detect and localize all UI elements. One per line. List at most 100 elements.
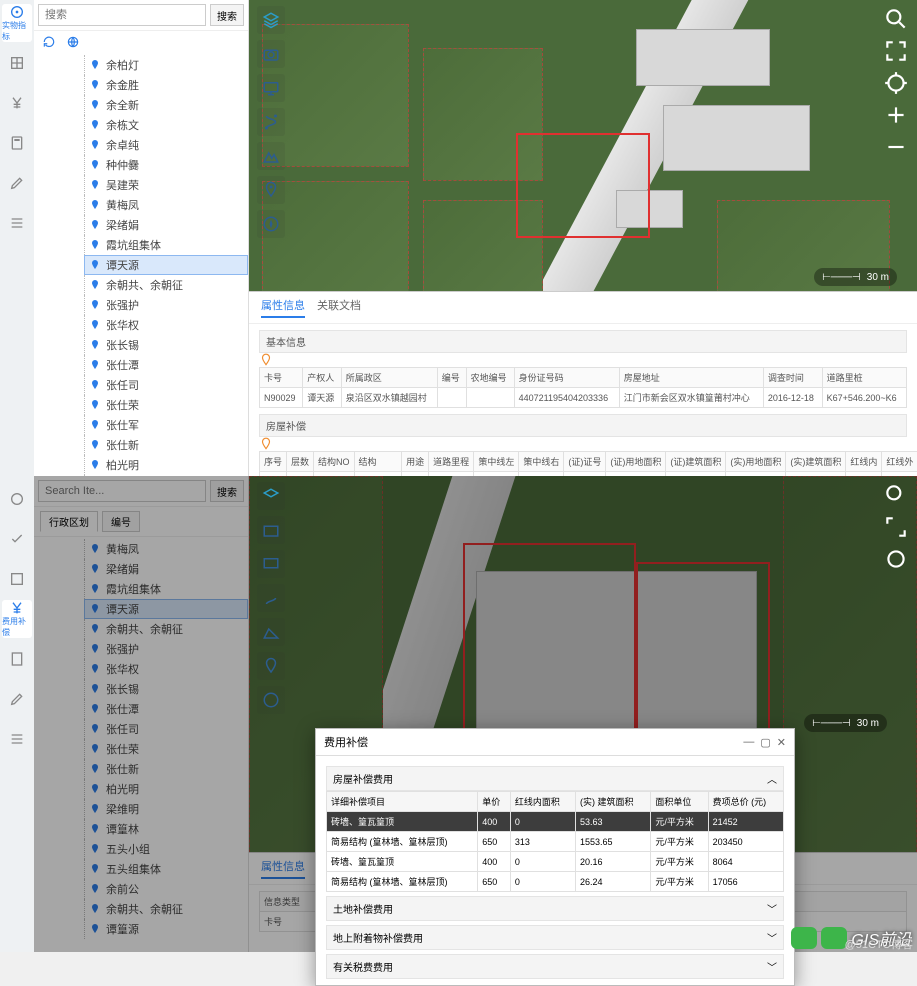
tree-item[interactable]: 张长锡 bbox=[84, 335, 248, 355]
nav-yen[interactable]: 费用补偿 bbox=[2, 600, 32, 638]
tree-item[interactable]: 余全新 bbox=[84, 95, 248, 115]
layers-button[interactable] bbox=[257, 482, 285, 510]
route-button[interactable] bbox=[257, 108, 285, 136]
search-input[interactable] bbox=[38, 4, 206, 26]
tree-item[interactable]: 张仕潭 bbox=[84, 699, 248, 719]
nav-calc[interactable] bbox=[2, 640, 32, 678]
nav-grid[interactable] bbox=[2, 560, 32, 598]
tree-item[interactable]: 五头小组 bbox=[84, 839, 248, 859]
nav-target[interactable] bbox=[2, 480, 32, 518]
tree-item[interactable]: 张仕新 bbox=[84, 759, 248, 779]
display-button[interactable] bbox=[257, 550, 285, 578]
tree-item[interactable]: 张任司 bbox=[84, 375, 248, 395]
nav-pencil[interactable] bbox=[2, 680, 32, 718]
route-button[interactable] bbox=[257, 584, 285, 612]
tree-item[interactable]: 谭天源 bbox=[84, 255, 248, 275]
camera-button[interactable] bbox=[257, 516, 285, 544]
nav-check[interactable] bbox=[2, 520, 32, 558]
tree-item[interactable]: 谭篁林 bbox=[84, 819, 248, 839]
globe-icon[interactable] bbox=[66, 35, 80, 49]
terrain-button[interactable] bbox=[257, 142, 285, 170]
search-button[interactable]: 搜索 bbox=[210, 480, 244, 502]
tree-item[interactable]: 张长锡 bbox=[84, 679, 248, 699]
layers-button[interactable] bbox=[257, 6, 285, 34]
tree-item[interactable]: 谭篁源 bbox=[84, 919, 248, 939]
tree-item-label: 黄梅凤 bbox=[106, 541, 139, 557]
dialog-titlebar[interactable]: 费用补偿 — ▢ ✕ bbox=[316, 729, 794, 756]
nav-list[interactable] bbox=[2, 204, 32, 242]
tree-item[interactable]: 梁绪娟 bbox=[84, 559, 248, 579]
nav-list[interactable] bbox=[2, 720, 32, 758]
tree-item[interactable]: 谭天源 bbox=[84, 599, 248, 619]
search-input[interactable] bbox=[38, 480, 206, 502]
fullscreen-button[interactable] bbox=[883, 38, 909, 64]
tree-item[interactable]: 张华权 bbox=[84, 315, 248, 335]
section-attach-fee[interactable]: 地上附着物补偿费用﹀ bbox=[326, 925, 784, 950]
tree-item[interactable]: 余栋文 bbox=[84, 115, 248, 135]
tree-item[interactable]: 张仕军 bbox=[84, 415, 248, 435]
zoom-in-button[interactable] bbox=[883, 102, 909, 128]
tree-item[interactable]: 张仕潭 bbox=[84, 355, 248, 375]
tab-admin[interactable]: 行政区划 bbox=[40, 511, 98, 532]
tree-item[interactable]: 余柏灯 bbox=[84, 55, 248, 75]
nav-target[interactable]: 实物指标 bbox=[2, 4, 32, 42]
fullscreen-button[interactable] bbox=[883, 514, 909, 540]
poi-button[interactable] bbox=[257, 652, 285, 680]
tab-number[interactable]: 编号 bbox=[102, 511, 140, 532]
tree-item[interactable]: 张仕新 bbox=[84, 435, 248, 455]
terrain-button[interactable] bbox=[257, 618, 285, 646]
tree-item[interactable]: 余前公 bbox=[84, 879, 248, 899]
tree-item[interactable]: 张强护 bbox=[84, 639, 248, 659]
tree-item[interactable]: 吴建荣 bbox=[84, 175, 248, 195]
nav-yen[interactable] bbox=[2, 84, 32, 122]
pin-icon bbox=[89, 683, 101, 695]
display-button[interactable] bbox=[257, 74, 285, 102]
tree-item[interactable]: 张强护 bbox=[84, 295, 248, 315]
tree-item[interactable]: 梁绪娟 bbox=[84, 215, 248, 235]
tree-item[interactable]: 种仲爨 bbox=[84, 155, 248, 175]
tree-item[interactable]: 余朝共、余朝征 bbox=[84, 899, 248, 919]
zoom-out-button[interactable] bbox=[883, 134, 909, 160]
nav-calc[interactable] bbox=[2, 124, 32, 162]
tree-item[interactable]: 张仕荣 bbox=[84, 739, 248, 759]
nav-pencil[interactable] bbox=[2, 164, 32, 202]
layers-icon bbox=[262, 487, 280, 505]
section-land-fee[interactable]: 土地补偿费用﹀ bbox=[326, 896, 784, 921]
tree-item-label: 种仲爨 bbox=[106, 157, 139, 173]
nav-grid[interactable] bbox=[2, 44, 32, 82]
refresh-icon[interactable] bbox=[42, 35, 56, 49]
tree-item[interactable]: 张仕荣 bbox=[84, 395, 248, 415]
tree-item[interactable]: 黄梅凤 bbox=[84, 539, 248, 559]
tree-item[interactable]: 柏光明 bbox=[84, 779, 248, 799]
tree-item[interactable]: 张任司 bbox=[84, 719, 248, 739]
tree-item[interactable]: 余朝共、余朝征 bbox=[84, 619, 248, 639]
tree-item[interactable]: 黄梅凤 bbox=[84, 195, 248, 215]
locate-button[interactable] bbox=[883, 546, 909, 572]
tree-item[interactable]: 余卓纯 bbox=[84, 135, 248, 155]
poi-button[interactable] bbox=[257, 176, 285, 204]
search-button[interactable]: 搜索 bbox=[210, 4, 244, 26]
map-search-button[interactable] bbox=[883, 6, 909, 32]
tree-item[interactable]: 余金胜 bbox=[84, 75, 248, 95]
map-search-button[interactable] bbox=[883, 482, 909, 508]
close-button[interactable]: ✕ bbox=[777, 736, 786, 749]
maximize-button[interactable]: ▢ bbox=[760, 736, 770, 749]
tree-item[interactable]: 余朝共、余朝征 bbox=[84, 275, 248, 295]
locate-button[interactable] bbox=[883, 70, 909, 96]
minimize-button[interactable]: — bbox=[743, 736, 754, 749]
tab-attributes[interactable]: 属性信息 bbox=[261, 858, 305, 879]
tree-item[interactable]: 张华权 bbox=[84, 659, 248, 679]
section-tax-fee[interactable]: 有关税费费用﹀ bbox=[326, 954, 784, 979]
tree-item[interactable]: 柏光明 bbox=[84, 455, 248, 475]
camera-button[interactable] bbox=[257, 40, 285, 68]
tab-attributes[interactable]: 属性信息 bbox=[261, 297, 305, 318]
blog-attribution: @51CTO博客 bbox=[845, 936, 913, 952]
tab-documents[interactable]: 关联文档 bbox=[317, 297, 361, 318]
section-house-fee[interactable]: 房屋补偿费用︿ bbox=[326, 766, 784, 791]
tree-item[interactable]: 霞坑组集体 bbox=[84, 235, 248, 255]
tree-item[interactable]: 梁维明 bbox=[84, 799, 248, 819]
tree-item[interactable]: 霞坑组集体 bbox=[84, 579, 248, 599]
compass-button[interactable] bbox=[257, 686, 285, 714]
tree-item[interactable]: 五头组集体 bbox=[84, 859, 248, 879]
compass-button[interactable] bbox=[257, 210, 285, 238]
